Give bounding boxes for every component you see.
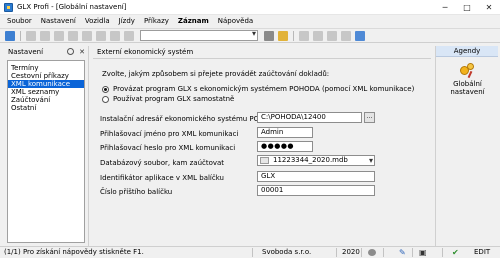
next-package-label: Číslo příštího balíčku	[100, 188, 173, 196]
radio-standalone[interactable]: Používat program GLX samostatně	[102, 95, 234, 103]
list-item-ostatni[interactable]: Ostatní	[8, 104, 84, 112]
settings-panel: Nastavení ✕ Termíny Cestovní příkazy XML…	[4, 46, 88, 246]
toolbar	[0, 28, 500, 43]
panel-splitter[interactable]	[88, 46, 91, 246]
install-dir-label: Instalační adresář ekonomického systému …	[100, 115, 280, 123]
agendy-header: Agendy	[436, 46, 498, 57]
preview-icon[interactable]	[313, 30, 323, 41]
dbfile-label: Databázový soubor, kam zaúčtovat	[100, 159, 225, 167]
close-panel-icon[interactable]: ✕	[79, 48, 85, 56]
section-title: Externí ekonomický systém	[97, 48, 194, 56]
grid-icon[interactable]	[327, 30, 337, 41]
menu-prikazy[interactable]: Příkazy	[144, 17, 169, 25]
menu-napoveda[interactable]: Nápověda	[218, 17, 253, 25]
first-record-icon[interactable]	[26, 30, 36, 41]
settings-panel-title: Nastavení	[8, 47, 44, 56]
status-bar: (1/1) Pro získání nápovědy stiskněte F1.…	[0, 246, 500, 258]
delete-icon[interactable]	[68, 30, 78, 41]
help-icon[interactable]	[355, 30, 365, 41]
browse-button[interactable]: ...	[364, 112, 375, 123]
lock-icon: ▣	[419, 248, 427, 257]
close-button[interactable]: ✕	[478, 0, 500, 15]
list-item-xml-seznamy[interactable]: XML seznamy	[8, 88, 84, 96]
database-icon	[368, 249, 376, 256]
print-icon[interactable]	[299, 30, 309, 41]
app-id-label: Identifikátor aplikace v XML balíčku	[100, 174, 224, 182]
maximize-button[interactable]: □	[456, 0, 478, 15]
app-id-input[interactable]: GLX	[257, 171, 375, 182]
status-divider	[252, 248, 253, 257]
radio-pohoda[interactable]: Provázat program GLX s ekonomickým systé…	[102, 85, 414, 93]
paste-icon[interactable]	[124, 30, 134, 41]
install-dir-input[interactable]: C:\POHODA\12400	[257, 112, 362, 123]
status-help: (1/1) Pro získání nápovědy stiskněte F1.	[4, 248, 144, 256]
question-label: Zvolte, jakým způsobem si přejete provád…	[102, 70, 330, 78]
list-item-terminy[interactable]: Termíny	[8, 64, 84, 72]
login-input[interactable]: Admin	[257, 127, 313, 138]
settings-list: Termíny Cestovní příkazy XML komunikace …	[7, 60, 85, 243]
password-label: Přihlašovací heslo pro XML komunikaci	[100, 144, 236, 152]
folder-icon[interactable]	[278, 30, 288, 41]
new-record-icon[interactable]	[5, 30, 15, 41]
toolbar-separator	[293, 30, 294, 41]
section-divider	[93, 58, 431, 59]
status-divider	[336, 248, 337, 257]
menu-soubor[interactable]: Soubor	[7, 17, 32, 25]
status-year: 2020	[342, 248, 360, 256]
list-item-xml-komunikace[interactable]: XML komunikace	[8, 80, 84, 88]
global-settings-label[interactable]: Globální nastavení	[436, 80, 499, 96]
menu-bar: Soubor Nastavení Vozidla Jízdy Příkazy Z…	[0, 15, 500, 27]
undo-icon[interactable]	[82, 30, 92, 41]
status-divider	[383, 248, 384, 257]
global-settings-icon[interactable]	[460, 63, 475, 79]
next-package-input[interactable]: 00001	[257, 185, 375, 196]
radio-pohoda-label: Provázat program GLX s ekonomickým systé…	[113, 85, 415, 93]
menu-zaznam[interactable]: Záznam	[178, 17, 209, 25]
settings-panel-header: Nastavení ✕	[4, 46, 88, 57]
pencil-icon: ✎	[399, 248, 406, 257]
radio-standalone-button[interactable]	[102, 95, 109, 103]
chevron-down-icon[interactable]: ▾	[369, 156, 373, 165]
panel-header-buttons: ✕	[67, 48, 85, 56]
dbfile-combo[interactable]: 11223344_2020.mdb ▾	[257, 155, 375, 166]
menu-jizdy[interactable]: Jízdy	[119, 17, 135, 25]
radio-standalone-label: Používat program GLX samostatně	[113, 95, 235, 103]
title-bar: GLX Profi - [Globální nastavení] ─ □ ✕	[0, 0, 500, 15]
toolbar-separator	[20, 30, 21, 41]
dbfile-value: 11223344_2020.mdb	[273, 156, 348, 164]
agendy-panel: Agendy Globální nastavení	[435, 46, 498, 246]
status-company: Svoboda s.r.o.	[262, 248, 312, 256]
window-controls: ─ □ ✕	[434, 0, 500, 15]
menu-nastaveni[interactable]: Nastavení	[41, 17, 76, 25]
status-divider	[361, 248, 362, 257]
copy-icon[interactable]	[54, 30, 64, 41]
password-input[interactable]: ●●●●●	[257, 141, 313, 152]
status-mode: EDIT	[474, 248, 491, 256]
settings-content: Externí ekonomický systém Zvolte, jakým …	[93, 46, 431, 246]
list-item-cestovni-prikazy[interactable]: Cestovní příkazy	[8, 72, 84, 80]
database-icon	[260, 157, 269, 164]
minimize-button[interactable]: ─	[434, 0, 456, 15]
cut-icon[interactable]	[110, 30, 120, 41]
list-item-zauctovani[interactable]: Zaúčtování	[8, 96, 84, 104]
filter-combo[interactable]	[140, 29, 258, 41]
status-divider	[442, 248, 443, 257]
table-icon[interactable]	[341, 30, 351, 41]
save-icon[interactable]	[40, 30, 50, 41]
pencil-icon[interactable]	[96, 30, 106, 41]
radio-pohoda-button[interactable]	[102, 85, 109, 93]
login-label: Přihlašovací jméno pro XML komunikaci	[100, 130, 239, 138]
app-icon	[4, 2, 13, 12]
check-icon: ✔	[452, 248, 459, 257]
pin-icon[interactable]	[67, 48, 75, 55]
filter-icon[interactable]	[264, 30, 274, 41]
menu-vozidla[interactable]: Vozidla	[85, 17, 110, 25]
window-title: GLX Profi - [Globální nastavení]	[17, 3, 127, 11]
status-divider	[412, 248, 413, 257]
